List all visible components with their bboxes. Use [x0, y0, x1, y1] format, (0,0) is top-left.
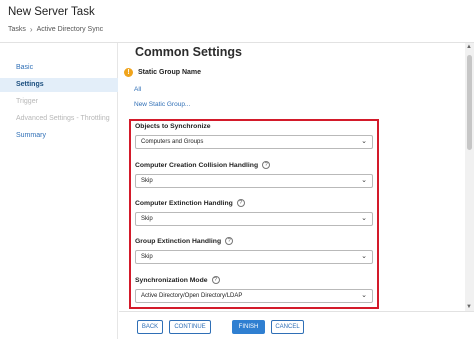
new-static-group-link[interactable]: New Static Group...	[134, 101, 190, 108]
breadcrumb-current: Active Directory Sync	[36, 26, 104, 33]
help-icon[interactable]: ?	[225, 237, 234, 245]
field-label-text: Objects to Synchronize	[135, 123, 211, 130]
field-label-text: Group Extinction Handling	[135, 237, 222, 245]
computer-extinction-select[interactable]: Skip ⌄	[135, 212, 373, 226]
scroll-up-icon[interactable]: ▲	[466, 44, 472, 50]
scroll-down-icon[interactable]: ▼	[466, 304, 472, 310]
static-group-value-link[interactable]: All	[134, 86, 141, 93]
chevron-down-icon: ⌄	[361, 215, 367, 222]
sidebar-item-summary[interactable]: Summary	[0, 129, 118, 143]
back-button[interactable]: BACK	[137, 320, 163, 334]
chevron-down-icon: ⌄	[361, 253, 367, 260]
continue-button[interactable]: CONTINUE	[169, 320, 211, 334]
static-group-label: Static Group Name	[138, 69, 202, 76]
synchronization-mode-select[interactable]: Active Directory/Open Directory/LDAP ⌄	[135, 289, 373, 303]
field-label-text: Synchronization Mode	[135, 276, 208, 284]
field-label-text: Computer Creation Collision Handling	[135, 161, 259, 169]
section-title: Common Settings	[135, 45, 242, 59]
select-value: Skip	[141, 216, 153, 222]
select-value: Skip	[141, 178, 153, 184]
sidebar-item-settings[interactable]: Settings	[0, 78, 118, 92]
cancel-button[interactable]: CANCEL	[271, 320, 304, 334]
chevron-down-icon: ⌄	[361, 292, 367, 299]
static-group-row: ! Static Group Name	[124, 68, 201, 77]
synchronization-mode-label: Synchronization Mode ?	[135, 276, 220, 284]
wizard-footer: BACK CONTINUE FINISH CANCEL	[119, 311, 474, 339]
settings-panel: Common Settings ! Static Group Name All …	[119, 43, 465, 311]
page-title: New Server Task	[8, 6, 95, 18]
collision-handling-select[interactable]: Skip ⌄	[135, 174, 373, 188]
chevron-right-icon: ›	[29, 25, 33, 34]
objects-to-synchronize-label: Objects to Synchronize	[135, 123, 211, 130]
sidebar-item-basic[interactable]: Basic	[0, 61, 118, 75]
help-icon[interactable]: ?	[236, 199, 245, 207]
warning-icon: !	[124, 68, 133, 77]
breadcrumb: Tasks › Active Directory Sync	[8, 25, 103, 34]
sidebar-item-advanced-throttling: Advanced Settings - Throttling	[16, 115, 110, 122]
group-extinction-label: Group Extinction Handling ?	[135, 237, 234, 245]
objects-to-synchronize-select[interactable]: Computers and Groups ⌄	[135, 135, 373, 149]
select-value: Skip	[141, 254, 153, 260]
header: New Server Task Tasks › Active Directory…	[0, 0, 474, 43]
finish-button[interactable]: FINISH	[232, 320, 265, 334]
field-label-text: Computer Extinction Handling	[135, 199, 233, 207]
wizard-sidebar: Basic Settings Trigger Advanced Settings…	[0, 43, 118, 339]
chevron-down-icon: ⌄	[361, 177, 367, 184]
scroll-thumb[interactable]	[467, 55, 472, 150]
chevron-down-icon: ⌄	[361, 138, 367, 145]
vertical-scrollbar[interactable]: ▲ ▼	[465, 43, 474, 311]
select-value: Computers and Groups	[141, 139, 204, 145]
help-icon[interactable]: ?	[262, 161, 271, 169]
sidebar-item-trigger: Trigger	[16, 98, 38, 105]
collision-handling-label: Computer Creation Collision Handling ?	[135, 161, 271, 169]
computer-extinction-label: Computer Extinction Handling ?	[135, 199, 245, 207]
select-value: Active Directory/Open Directory/LDAP	[141, 293, 243, 299]
help-icon[interactable]: ?	[211, 276, 220, 284]
breadcrumb-tasks-link[interactable]: Tasks	[8, 26, 26, 33]
group-extinction-select[interactable]: Skip ⌄	[135, 250, 373, 264]
